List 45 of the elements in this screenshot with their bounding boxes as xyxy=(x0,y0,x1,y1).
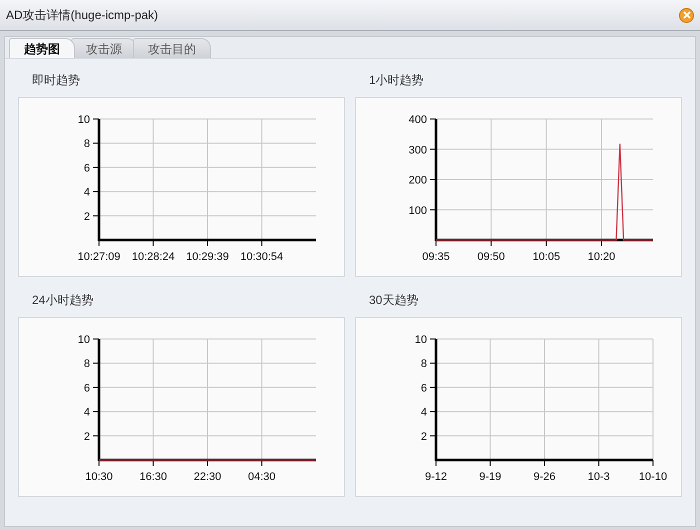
close-button[interactable] xyxy=(679,8,694,22)
y-tick-label: 4 xyxy=(420,406,427,419)
y-tick-label: 100 xyxy=(408,204,427,217)
window-title: AD攻击详情(huge-icmp-pak) xyxy=(6,7,158,24)
x-tick-label: 9-26 xyxy=(533,471,556,483)
x-tick-label: 10-3 xyxy=(588,471,610,483)
close-icon xyxy=(682,11,690,19)
x-tick-label: 09:35 xyxy=(422,251,450,263)
y-tick-label: 6 xyxy=(84,162,90,174)
y-tick-label: 4 xyxy=(84,406,90,419)
x-tick-label: 10:30 xyxy=(85,471,113,483)
x-tick-label: 04:30 xyxy=(248,471,276,483)
x-tick-label: 09:50 xyxy=(477,251,505,263)
x-tick-label: 10:27:09 xyxy=(78,251,120,263)
x-tick-label: 10:20 xyxy=(588,251,616,263)
chart-title: 即时趋势 xyxy=(31,72,81,89)
y-tick-label: 6 xyxy=(84,382,90,394)
chart-title: 30天趋势 xyxy=(368,292,420,309)
tab[interactable]: 趋势图 xyxy=(9,38,75,58)
y-tick-label: 10 xyxy=(78,334,90,346)
x-tick-label: 9-12 xyxy=(424,471,448,483)
x-tick-label: 22:30 xyxy=(194,471,222,483)
y-tick-label: 400 xyxy=(408,114,427,126)
chart-title: 24小时趋势 xyxy=(31,292,94,309)
x-tick-label: 10:29:39 xyxy=(186,251,229,263)
y-tick-label: 200 xyxy=(408,174,427,186)
y-tick-label: 2 xyxy=(84,210,90,223)
x-tick-label: 16:30 xyxy=(139,471,168,483)
y-tick-label: 10 xyxy=(78,114,90,126)
y-tick-label: 4 xyxy=(84,186,90,199)
x-tick-label: 10:05 xyxy=(532,251,560,263)
tab[interactable]: 攻击目的 xyxy=(133,38,211,58)
y-tick-label: 10 xyxy=(414,334,427,346)
x-tick-label: 10-10 xyxy=(638,471,668,483)
y-tick-label: 8 xyxy=(84,138,90,150)
y-tick-label: 2 xyxy=(420,430,427,443)
y-tick-label: 2 xyxy=(84,430,90,443)
y-tick-label: 8 xyxy=(84,358,90,370)
x-tick-label: 9-19 xyxy=(479,471,502,483)
y-tick-label: 6 xyxy=(420,382,427,394)
chart-title: 1小时趋势 xyxy=(368,72,425,89)
y-tick-label: 300 xyxy=(408,144,427,156)
y-tick-label: 8 xyxy=(420,358,427,370)
x-tick-label: 10:30:54 xyxy=(240,251,284,263)
x-tick-label: 10:28:24 xyxy=(132,251,175,263)
